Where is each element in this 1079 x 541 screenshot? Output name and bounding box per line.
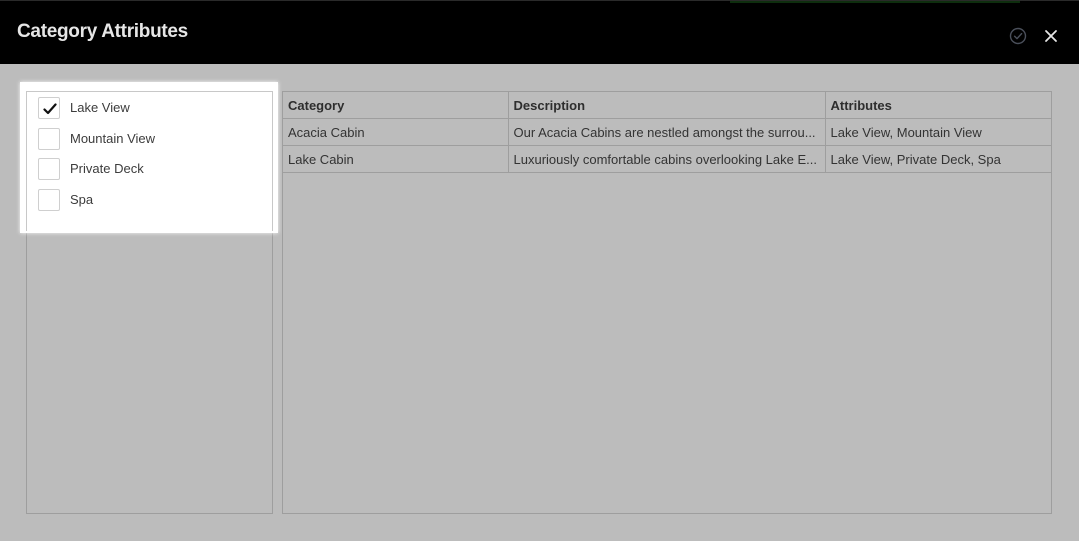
attribute-option-lake-view[interactable]: Lake View bbox=[38, 97, 268, 121]
checkbox[interactable] bbox=[38, 158, 60, 180]
dialog-header: Category Attributes bbox=[0, 0, 1079, 64]
cell-attributes[interactable]: Lake View, Mountain View bbox=[825, 118, 1051, 146]
checkbox[interactable] bbox=[38, 189, 60, 211]
cell-category[interactable]: Acacia Cabin bbox=[283, 118, 509, 146]
column-header-description[interactable]: Description bbox=[508, 92, 826, 119]
attribute-option-spa[interactable]: Spa bbox=[38, 189, 268, 213]
check-circle-icon bbox=[1009, 27, 1027, 45]
cell-description[interactable]: Our Acacia Cabins are nestled amongst th… bbox=[508, 118, 826, 146]
checkbox[interactable] bbox=[38, 128, 60, 150]
attribute-label: Spa bbox=[70, 192, 94, 207]
attribute-selector-popup: Lake View Mountain View Private Deck Spa bbox=[20, 82, 278, 233]
checkmark-icon bbox=[43, 103, 57, 115]
category-table: Category Description Attributes Acacia C… bbox=[283, 92, 1051, 173]
cell-category[interactable]: Lake Cabin bbox=[283, 145, 509, 173]
header-accent-line bbox=[730, 1, 1020, 3]
cell-attributes[interactable]: Lake View, Private Deck, Spa bbox=[825, 145, 1051, 173]
column-header-attributes[interactable]: Attributes bbox=[825, 92, 1051, 119]
confirm-button[interactable] bbox=[1006, 24, 1030, 48]
table-header-row: Category Description Attributes bbox=[283, 92, 1051, 119]
column-header-category[interactable]: Category bbox=[283, 92, 509, 119]
dialog-title: Category Attributes bbox=[17, 21, 188, 42]
close-button[interactable] bbox=[1039, 24, 1063, 48]
attribute-list: Lake View Mountain View Private Deck Spa bbox=[26, 91, 273, 231]
close-icon bbox=[1045, 30, 1057, 42]
table-row[interactable]: Acacia Cabin Our Acacia Cabins are nestl… bbox=[283, 118, 1051, 146]
category-table-panel: Category Description Attributes Acacia C… bbox=[282, 91, 1052, 514]
attribute-option-private-deck[interactable]: Private Deck bbox=[38, 158, 268, 182]
attribute-option-mountain-view[interactable]: Mountain View bbox=[38, 128, 268, 152]
cell-description[interactable]: Luxuriously comfortable cabins overlooki… bbox=[508, 145, 826, 173]
checkbox[interactable] bbox=[38, 97, 60, 119]
table-row[interactable]: Lake Cabin Luxuriously comfortable cabin… bbox=[283, 145, 1051, 173]
attribute-label: Lake View bbox=[70, 100, 130, 115]
attribute-label: Mountain View bbox=[70, 131, 156, 146]
attribute-label: Private Deck bbox=[70, 161, 144, 176]
